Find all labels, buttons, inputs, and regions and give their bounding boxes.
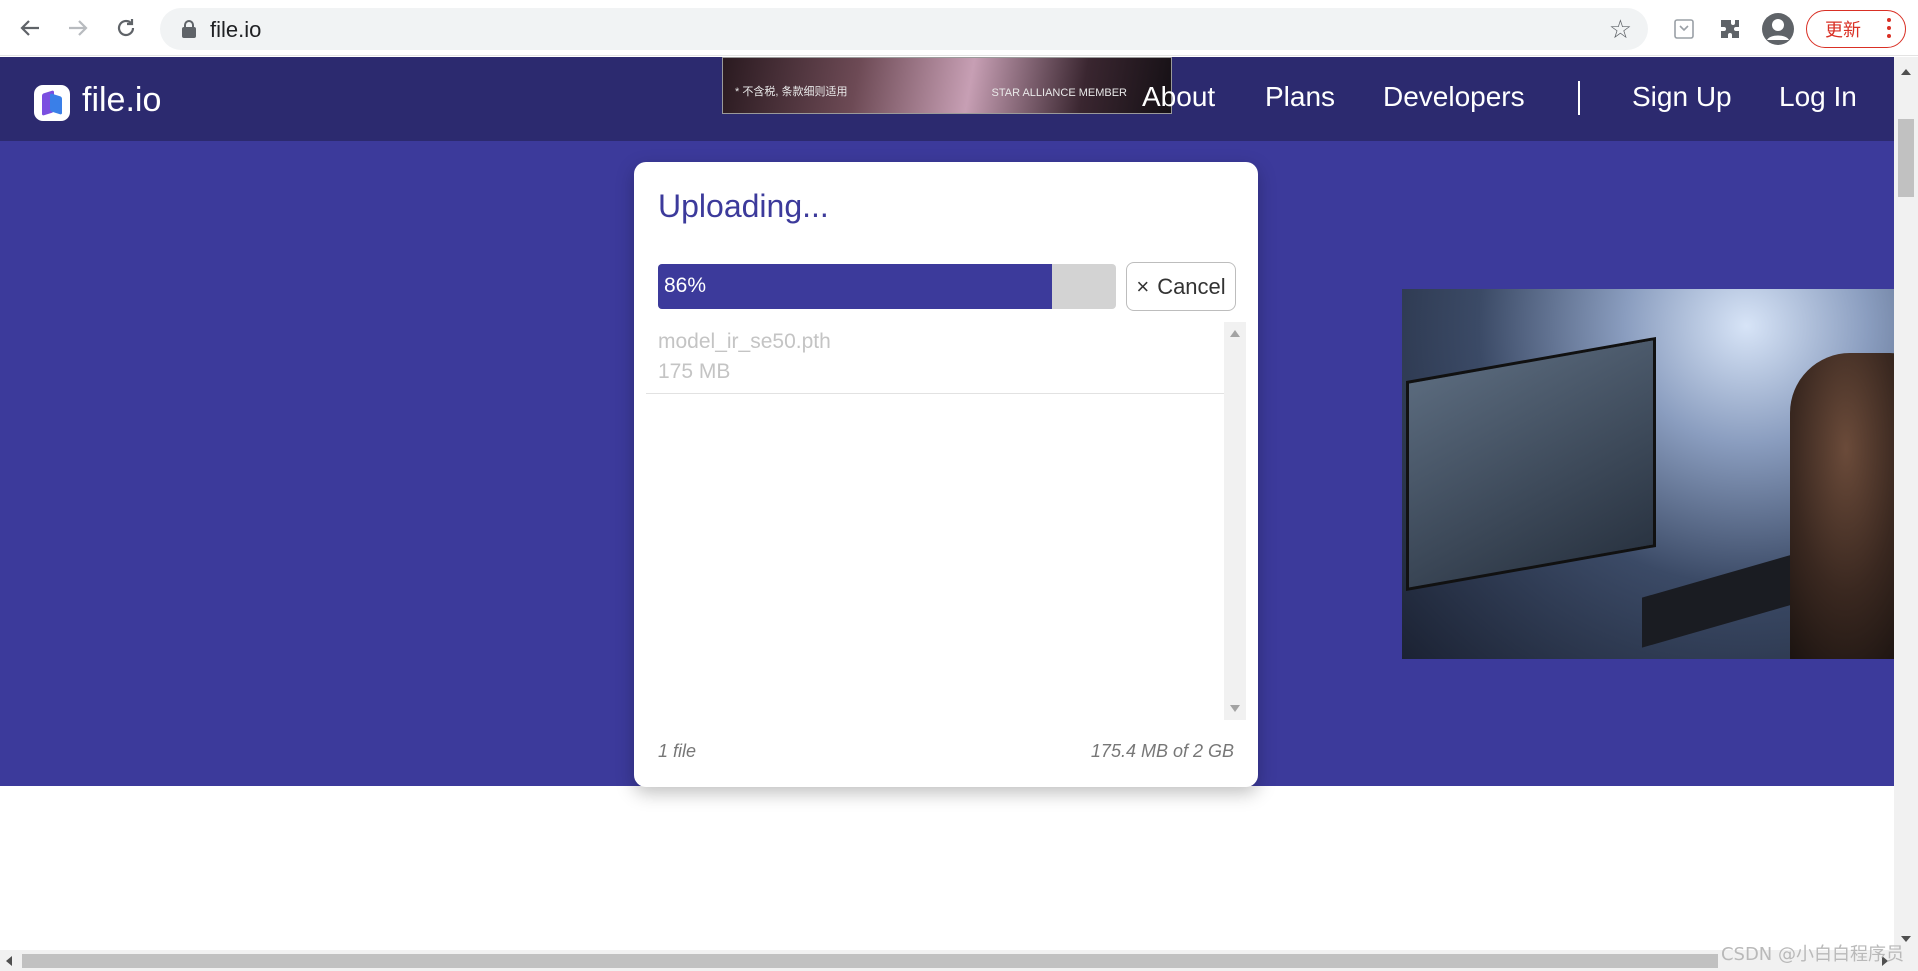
fileio-logo-icon[interactable] bbox=[34, 85, 70, 121]
nav-about[interactable]: About bbox=[1142, 81, 1215, 113]
arrow-right-icon bbox=[69, 20, 88, 36]
close-icon: × bbox=[1136, 273, 1150, 299]
nav-sign-up[interactable]: Sign Up bbox=[1632, 81, 1732, 113]
cancel-label: Cancel bbox=[1157, 273, 1226, 299]
upload-progress-bar: 86% bbox=[658, 264, 1116, 309]
file-name: model_ir_se50.pth bbox=[658, 330, 831, 353]
file-list[interactable]: model_ir_se50.pth 175 MB bbox=[646, 322, 1246, 720]
upload-progress-fill bbox=[658, 264, 1052, 309]
nav-developers[interactable]: Developers bbox=[1383, 81, 1525, 113]
logo-text[interactable]: file.io bbox=[82, 81, 161, 120]
vertical-scroll-thumb[interactable] bbox=[1898, 119, 1914, 197]
page-viewport: file.io * 不含税, 条款细则适用 STAR ALLIANCE MEMB… bbox=[0, 57, 1894, 950]
nav-log-in[interactable]: Log In bbox=[1779, 81, 1857, 113]
scroll-up-icon[interactable] bbox=[1901, 69, 1911, 75]
cancel-button[interactable]: × Cancel bbox=[1126, 262, 1236, 311]
more-menu-icon bbox=[1887, 18, 1891, 38]
list-item: model_ir_se50.pth 175 MB bbox=[646, 322, 1224, 394]
ad-gamer-graphic bbox=[1790, 353, 1894, 659]
update-label: 更新 bbox=[1825, 20, 1861, 41]
upload-card: Uploading... 86% × Cancel model_ir_se50.… bbox=[634, 162, 1258, 787]
arrow-left-icon bbox=[20, 20, 39, 36]
vertical-scrollbar[interactable] bbox=[1894, 57, 1918, 950]
ad-monitor-graphic bbox=[1406, 336, 1656, 592]
storage-usage: 175.4 MB of 2 GB bbox=[1090, 741, 1234, 761]
url-text: file.io bbox=[210, 17, 262, 42]
site-header: file.io * 不含税, 条款细则适用 STAR ALLIANCE MEMB… bbox=[0, 57, 1894, 141]
horizontal-scrollbar[interactable] bbox=[0, 950, 1918, 971]
update-button[interactable]: 更新 bbox=[1806, 10, 1906, 48]
extension-icon[interactable] bbox=[1664, 9, 1704, 49]
ad-banner-disclaimer: * 不含税, 条款细则适用 bbox=[735, 86, 848, 98]
file-list-scrollbar[interactable] bbox=[1224, 322, 1246, 720]
back-button[interactable] bbox=[12, 10, 48, 46]
address-bar[interactable]: file.io ☆ bbox=[160, 8, 1648, 50]
scroll-left-icon[interactable] bbox=[6, 956, 12, 966]
scroll-up-icon[interactable] bbox=[1230, 330, 1240, 337]
scroll-down-icon[interactable] bbox=[1230, 705, 1240, 712]
nav-divider bbox=[1578, 81, 1580, 115]
upload-progress-label: 86% bbox=[664, 274, 707, 297]
file-count: 1 file bbox=[658, 741, 697, 761]
upload-title: Uploading... bbox=[658, 188, 829, 224]
profile-avatar-icon[interactable] bbox=[1758, 9, 1798, 49]
bookmark-star-icon[interactable]: ☆ bbox=[1609, 14, 1632, 45]
ad-banner[interactable]: * 不含税, 条款细则适用 STAR ALLIANCE MEMBER bbox=[722, 57, 1172, 114]
puzzle-extensions-icon[interactable] bbox=[1710, 9, 1750, 49]
nav-plans[interactable]: Plans bbox=[1265, 81, 1335, 113]
reload-button[interactable] bbox=[108, 10, 144, 46]
forward-button[interactable] bbox=[60, 10, 96, 46]
reload-icon bbox=[117, 19, 135, 37]
lock-icon bbox=[182, 20, 196, 38]
watermark-text: CSDN @小白白程序员 bbox=[1720, 944, 1904, 965]
browser-toolbar: file.io ☆ 更新 bbox=[0, 0, 1918, 56]
side-ad-image[interactable] bbox=[1402, 289, 1894, 659]
ad-banner-alliance: STAR ALLIANCE MEMBER bbox=[991, 87, 1128, 99]
file-size: 175 MB bbox=[658, 360, 731, 383]
horizontal-scroll-thumb[interactable] bbox=[22, 954, 1718, 968]
